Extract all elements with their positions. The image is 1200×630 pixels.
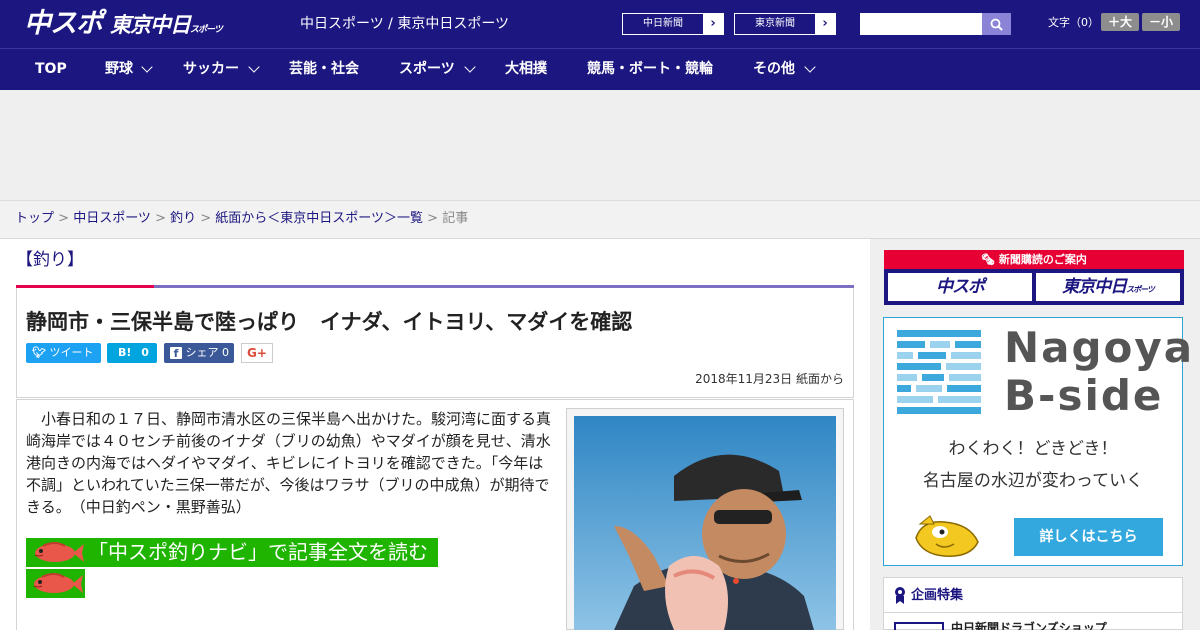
- sea-bream-icon: [34, 542, 84, 562]
- newspaper-icon: 🗞︎: [981, 253, 999, 266]
- bside-details-button[interactable]: 詳しくはこちら: [1014, 518, 1163, 556]
- nav-item-sports[interactable]: スポーツ: [399, 49, 455, 90]
- breadcrumb-separator: >: [196, 211, 216, 226]
- breadcrumb-link-fishing[interactable]: 釣り: [170, 211, 196, 226]
- paper-link-label: 中日新聞: [623, 14, 703, 34]
- font-larger-button[interactable]: ＋大: [1101, 13, 1139, 31]
- site-names: 中日スポーツ / 東京中日スポーツ: [300, 16, 510, 32]
- special-features-title: 企画特集: [911, 588, 964, 603]
- subscription-heading: 🗞︎ 新聞購読のご案内: [884, 250, 1184, 269]
- breadcrumb-separator: >: [54, 211, 74, 226]
- bside-tagline-2: 名古屋の水辺が変わっていく: [922, 471, 1144, 491]
- special-features-box: 企画特集 中日新聞ドラゴンズショップ: [883, 577, 1183, 630]
- ad-space: [0, 90, 1200, 201]
- bside-title-line1: Nagoya: [1004, 323, 1195, 372]
- subscription-heading-text: 新聞購読のご案内: [998, 253, 1087, 266]
- article-body: 小春日和の１７日、静岡市清水区の三保半島へ出かけた。駿河湾に面する真崎海岸では４…: [26, 410, 552, 516]
- chunichi-sports-logo[interactable]: 中スポ: [24, 7, 103, 41]
- nav-item-entertainment[interactable]: 芸能・社会: [289, 49, 359, 90]
- chevron-right-icon: ›: [822, 16, 828, 31]
- google-plus-button[interactable]: G+: [241, 343, 273, 363]
- chevron-right-icon: ›: [710, 16, 716, 31]
- nav-item-other[interactable]: その他: [753, 49, 795, 90]
- bside-title-line2: B-side: [1004, 371, 1164, 420]
- breadcrumb-link-top[interactable]: トップ: [15, 211, 54, 226]
- search-button[interactable]: [982, 13, 1011, 35]
- paper-link-label: 東京新聞: [735, 14, 815, 34]
- fishing-navi-label: 「中スポ釣りナビ」で記事全文を読む: [88, 540, 428, 564]
- facebook-share-label: シェア: [185, 346, 219, 359]
- nav-item-top[interactable]: TOP: [35, 49, 67, 90]
- article-photo[interactable]: [574, 416, 836, 630]
- subscribe-tokyo-chunichi[interactable]: 東京中日スポーツ: [1036, 273, 1180, 301]
- bside-brick-logo-icon: [897, 330, 981, 414]
- chevron-down-icon: [141, 61, 153, 73]
- breadcrumb-separator: >: [150, 211, 171, 226]
- nagoya-bside-banner[interactable]: Nagoya B-side わくわく！どきどき！ 名古屋の水辺が変わっていく 詳…: [883, 317, 1192, 566]
- nav-item-baseball[interactable]: 野球: [105, 49, 133, 90]
- breadcrumb-link-chunichi-sports[interactable]: 中日スポーツ: [73, 211, 151, 226]
- hatena-icon: B!: [118, 346, 132, 359]
- fried-shrimp-mascot-icon: [915, 515, 979, 557]
- breadcrumb-separator: >: [423, 211, 443, 226]
- breadcrumb-link-list[interactable]: 紙面から＜東京中日スポーツ＞一覧: [215, 211, 423, 226]
- tokyo-chunichi-logo[interactable]: 東京中日スポーツ: [110, 12, 223, 43]
- nav-item-sumo[interactable]: 大相撲: [505, 49, 547, 90]
- breadcrumb: トップ > 中日スポーツ > 釣り > 紙面から＜東京中日スポーツ＞一覧 > 記…: [0, 201, 1200, 239]
- chevron-down-icon: [248, 61, 260, 73]
- search-icon: [990, 18, 1003, 31]
- twitter-icon: 🐦︎: [32, 346, 46, 359]
- hatena-bookmark-button[interactable]: B! 0: [107, 343, 157, 363]
- breadcrumb-current: 記事: [442, 211, 469, 226]
- special-features-header: 企画特集: [884, 578, 1182, 613]
- facebook-icon: f: [170, 347, 182, 360]
- article-date: 2018年11月23日 紙面から: [695, 372, 844, 386]
- dragons-shop-link[interactable]: 中日新聞ドラゴンズショップ: [951, 620, 1107, 630]
- sea-bream-icon: [33, 573, 83, 593]
- tweet-label: ツイート: [49, 346, 94, 359]
- nav-item-soccer[interactable]: サッカー: [183, 49, 239, 90]
- tokyo-shimbun-link[interactable]: 東京新聞 ›: [734, 13, 836, 35]
- main-nav: TOP 野球 サッカー 芸能・社会 スポーツ 大相撲 競馬・ボート・競輪 その他: [0, 48, 1200, 90]
- facebook-share-button[interactable]: f シェア 0: [164, 343, 234, 363]
- dragons-shop-thumbnail[interactable]: [894, 622, 944, 630]
- ribbon-icon: [895, 587, 905, 604]
- tokyo-logo-text: 東京中日: [110, 13, 191, 37]
- subscribe-chunichi-sports[interactable]: 中スポ: [888, 273, 1032, 301]
- fishing-navi-link[interactable]: 「中スポ釣りナビ」で記事全文を読む: [26, 538, 438, 567]
- chevron-down-icon: [464, 61, 476, 73]
- search-input[interactable]: [860, 13, 982, 35]
- tokyo-logo-small: スポーツ: [190, 25, 223, 35]
- subscribe-tokyo-small: スポーツ: [1126, 285, 1155, 294]
- tweet-button[interactable]: 🐦︎ ツイート: [26, 343, 101, 363]
- top-header: 中スポ 東京中日スポーツ 中日スポーツ / 東京中日スポーツ 中日新聞 › 東京…: [0, 0, 1200, 48]
- facebook-share-count: 0: [222, 346, 229, 359]
- font-smaller-button[interactable]: －小: [1142, 13, 1180, 31]
- nav-item-racing[interactable]: 競馬・ボート・競輪: [587, 49, 713, 90]
- font-size-label: 文字（0）: [1048, 16, 1099, 29]
- article-headline: 静岡市・三保半島で陸っぱり イナダ、イトヨリ、マダイを確認: [26, 310, 633, 334]
- subscription-banner[interactable]: 🗞︎ 新聞購読のご案内 中スポ 東京中日スポーツ: [884, 250, 1184, 305]
- subscribe-tokyo-text: 東京中日: [1062, 277, 1127, 297]
- article-category: 【釣り】: [16, 250, 84, 270]
- hatena-count: 0: [141, 346, 149, 359]
- chevron-down-icon: [804, 61, 816, 73]
- bside-tagline-1: わくわく！どきどき！: [948, 439, 1118, 459]
- angler-photo-image: [574, 416, 836, 630]
- chunichi-shimbun-link[interactable]: 中日新聞 ›: [622, 13, 724, 35]
